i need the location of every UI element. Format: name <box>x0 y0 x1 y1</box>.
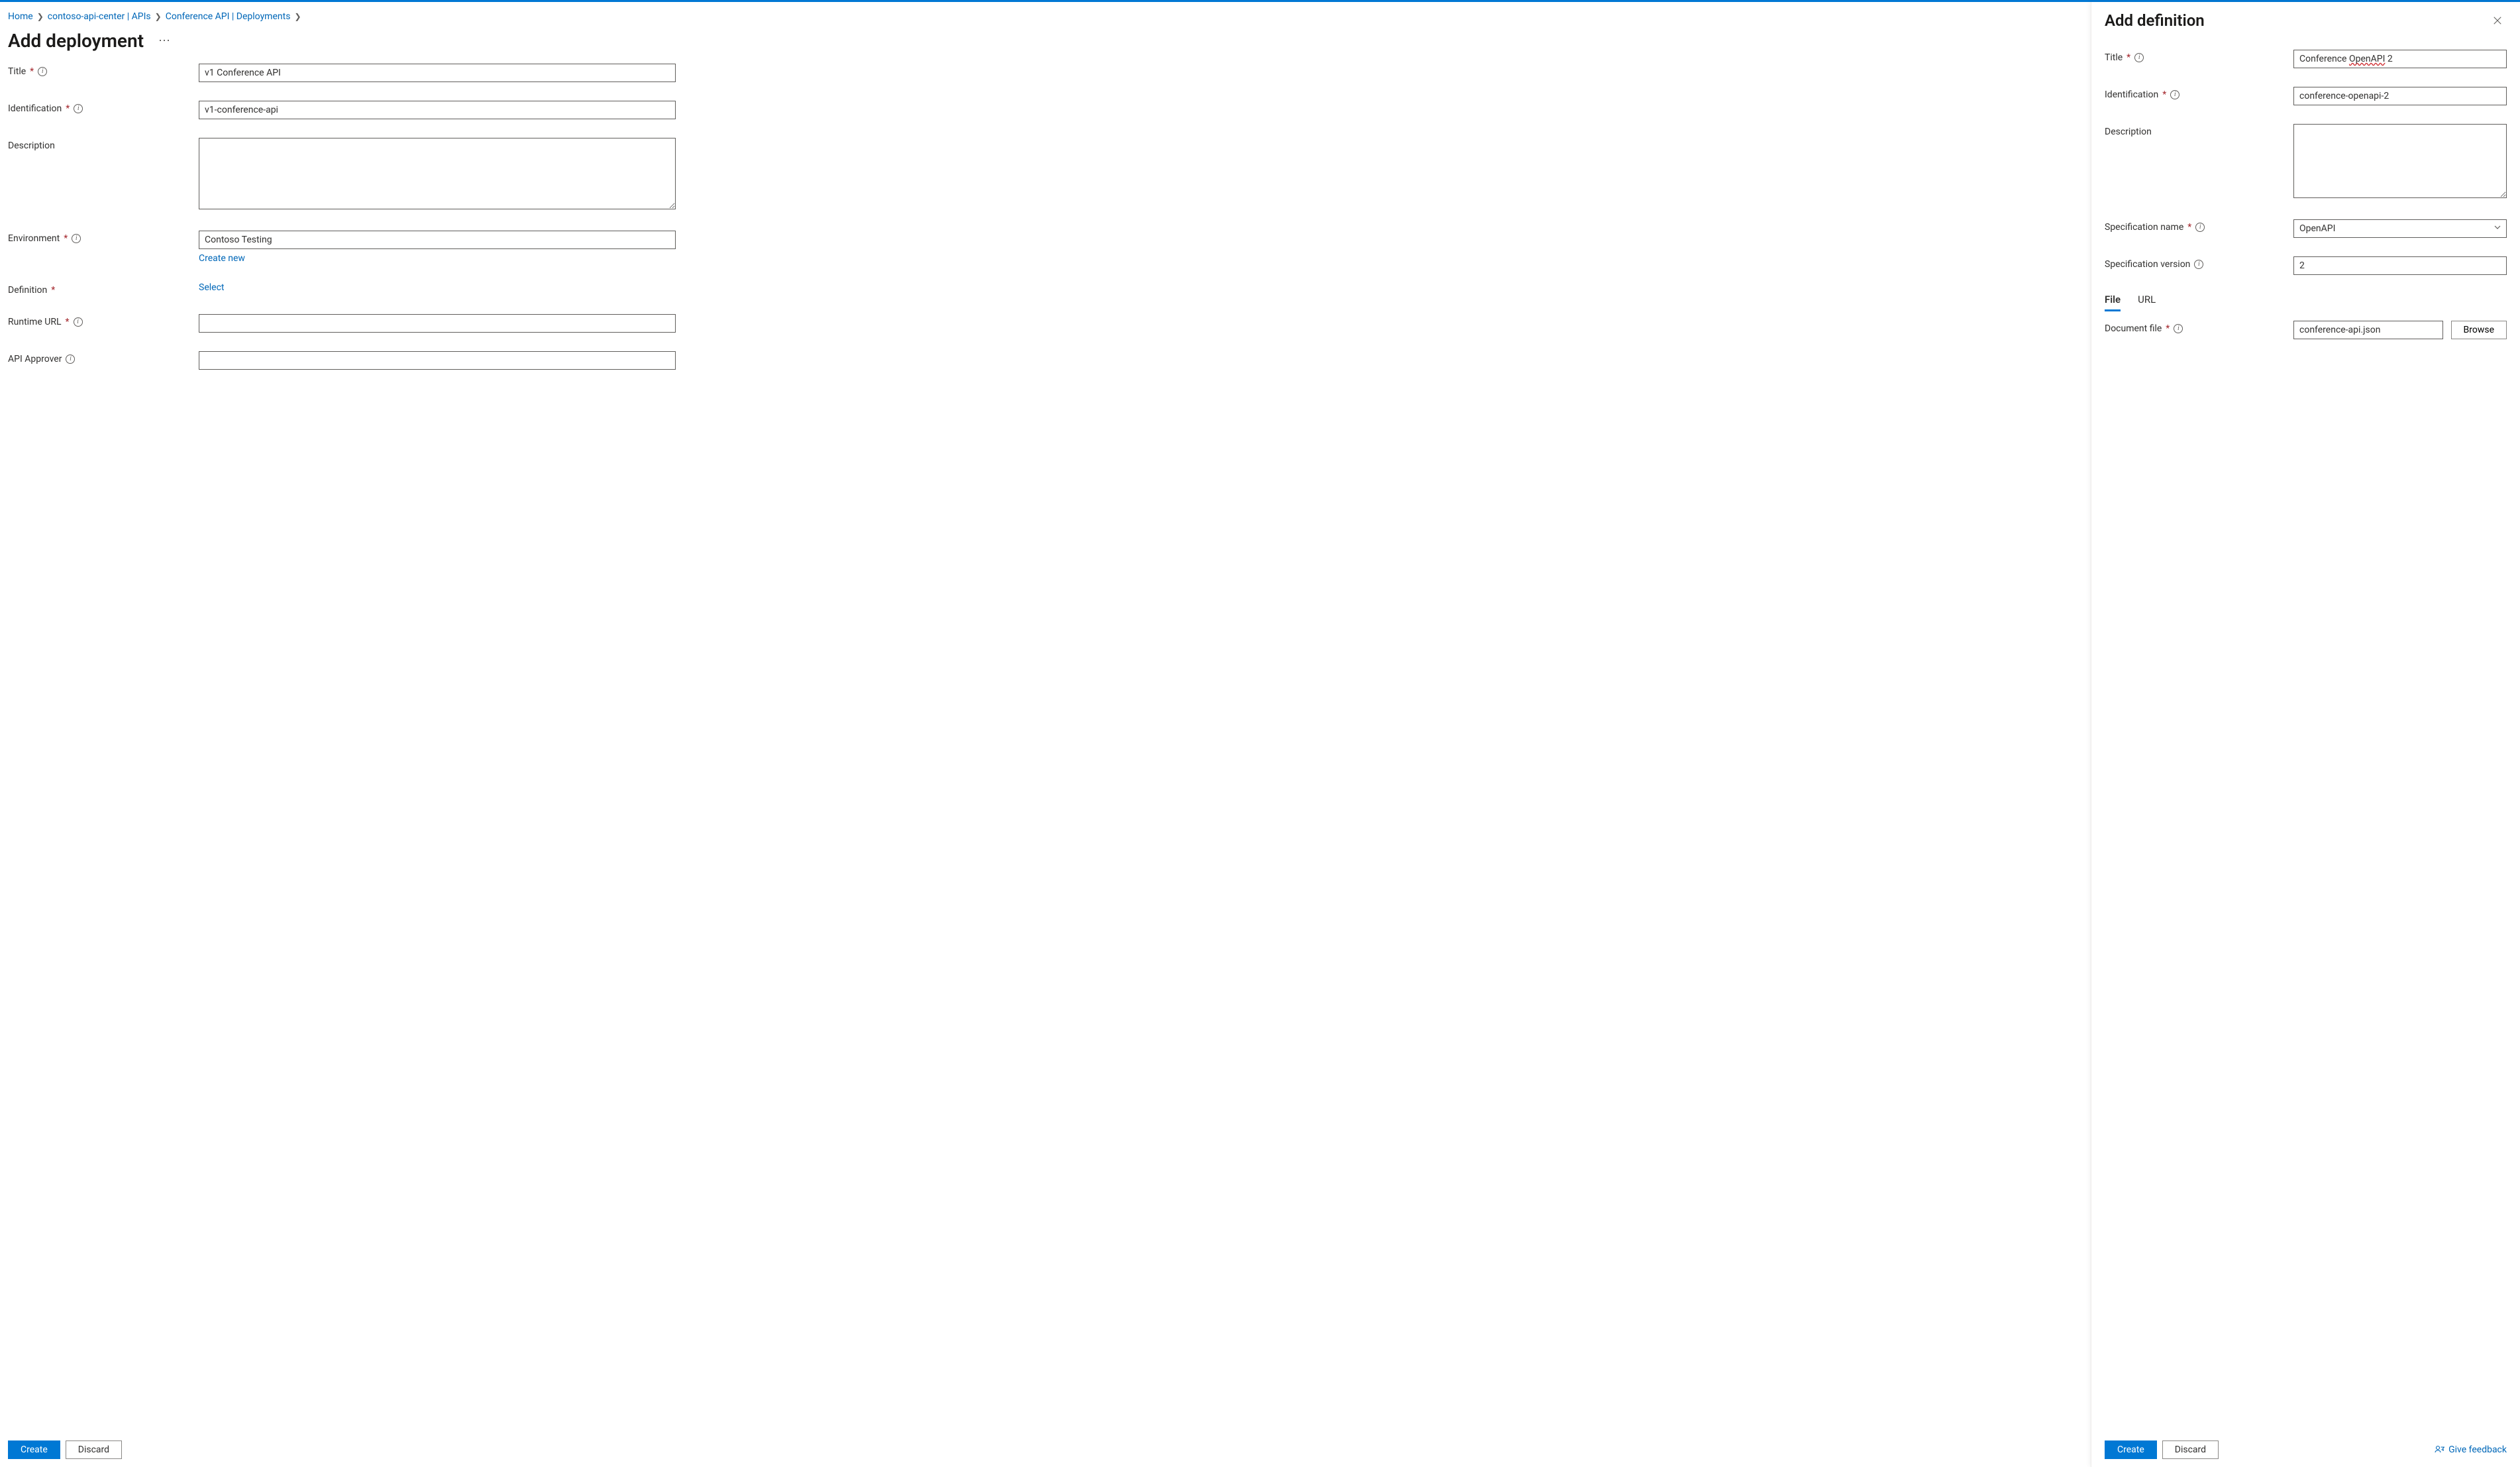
breadcrumb-api-center[interactable]: contoso-api-center | APIs <box>48 11 151 22</box>
info-icon[interactable]: i <box>38 67 47 76</box>
identification-input[interactable] <box>199 101 676 119</box>
panel-description-label: Description <box>2105 127 2152 137</box>
select-definition-link[interactable]: Select <box>199 282 224 293</box>
api-approver-label: API Approver <box>8 354 62 364</box>
source-tabs: File URL <box>2105 294 2507 311</box>
give-feedback-label: Give feedback <box>2448 1444 2507 1455</box>
environment-input[interactable] <box>199 231 676 249</box>
spec-version-label: Specification version <box>2105 259 2190 270</box>
give-feedback-link[interactable]: Give feedback <box>2434 1444 2507 1455</box>
info-icon[interactable]: i <box>2174 324 2183 333</box>
info-icon[interactable]: i <box>66 354 75 364</box>
discard-button[interactable]: Discard <box>66 1440 122 1459</box>
description-label: Description <box>8 140 55 151</box>
info-icon[interactable]: i <box>72 234 81 243</box>
doc-file-label: Document file <box>2105 323 2162 334</box>
panel-title-label: Title <box>2105 52 2123 63</box>
definition-label: Definition <box>8 285 47 296</box>
info-icon[interactable]: i <box>2170 90 2179 99</box>
tab-file[interactable]: File <box>2105 294 2121 311</box>
more-actions-button[interactable]: ⋯ <box>156 34 174 48</box>
runtime-url-label: Runtime URL <box>8 317 61 327</box>
create-new-environment-link[interactable]: Create new <box>199 253 245 264</box>
chevron-right-icon: ❯ <box>155 12 162 21</box>
info-icon[interactable]: i <box>2195 223 2205 232</box>
panel-identification-label: Identification <box>2105 89 2158 100</box>
create-button[interactable]: Create <box>8 1440 60 1459</box>
breadcrumb-deployments[interactable]: Conference API | Deployments <box>166 11 291 22</box>
info-icon[interactable]: i <box>2194 260 2203 269</box>
info-icon[interactable]: i <box>2134 53 2144 62</box>
close-icon <box>2493 16 2502 25</box>
breadcrumb: Home ❯ contoso-api-center | APIs ❯ Confe… <box>8 9 2083 26</box>
title-input[interactable] <box>199 64 676 82</box>
add-definition-panel: Add definition Title * i Conference Open… <box>2091 2 2520 1467</box>
panel-title-input[interactable]: Conference OpenAPI 2 <box>2293 50 2507 68</box>
runtime-url-input[interactable] <box>199 314 676 333</box>
doc-file-input[interactable] <box>2293 321 2443 339</box>
tab-url[interactable]: URL <box>2138 294 2156 311</box>
identification-label: Identification <box>8 103 62 114</box>
panel-create-button[interactable]: Create <box>2105 1440 2157 1459</box>
panel-discard-button[interactable]: Discard <box>2162 1440 2219 1459</box>
panel-title: Add definition <box>2105 11 2205 30</box>
description-input[interactable] <box>199 138 676 209</box>
spec-version-input[interactable] <box>2293 256 2507 275</box>
feedback-icon <box>2434 1444 2444 1455</box>
title-label: Title <box>8 66 26 77</box>
chevron-right-icon: ❯ <box>37 12 44 21</box>
spec-name-label: Specification name <box>2105 222 2183 233</box>
panel-identification-input[interactable] <box>2293 87 2507 105</box>
breadcrumb-home[interactable]: Home <box>8 11 33 22</box>
close-button[interactable] <box>2488 11 2507 30</box>
browse-button[interactable]: Browse <box>2451 321 2507 339</box>
api-approver-input[interactable] <box>199 351 676 370</box>
info-icon[interactable]: i <box>74 104 83 113</box>
environment-label: Environment <box>8 233 60 244</box>
panel-description-input[interactable] <box>2293 124 2507 198</box>
page-title: Add deployment <box>8 30 144 52</box>
spec-name-select[interactable] <box>2293 219 2507 238</box>
chevron-right-icon: ❯ <box>294 12 301 21</box>
info-icon[interactable]: i <box>74 317 83 327</box>
